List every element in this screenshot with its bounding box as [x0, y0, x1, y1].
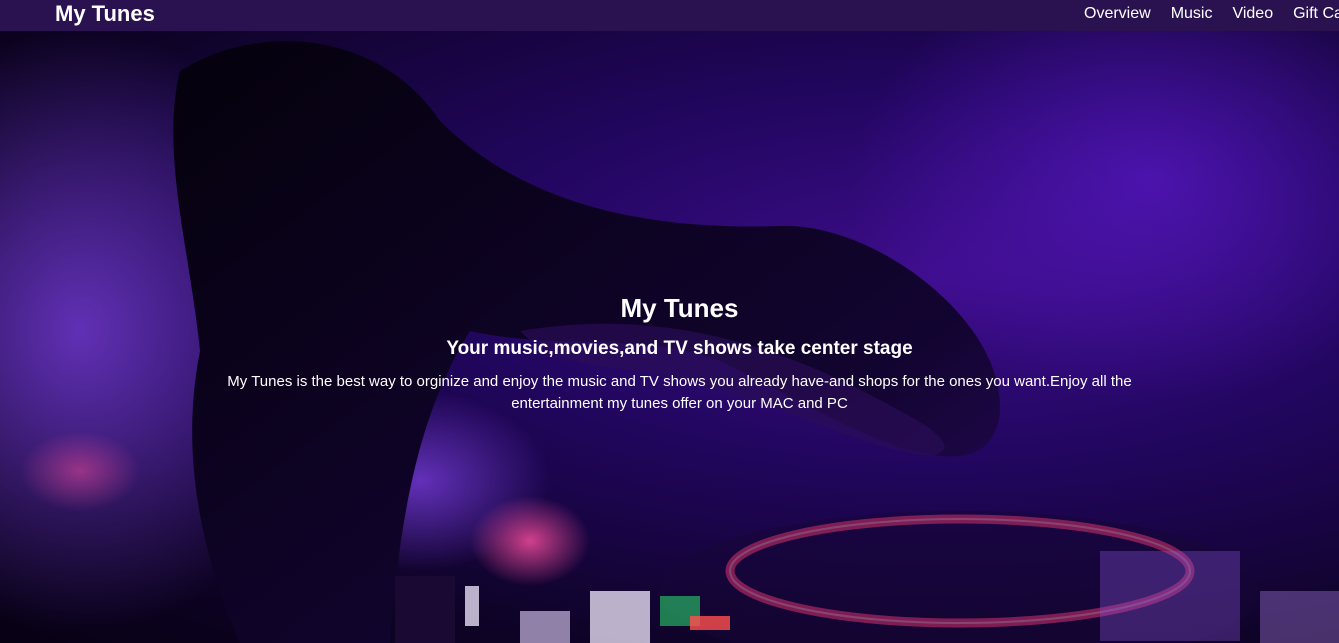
hero-text: My Tunes Your music,movies,and TV shows …	[190, 291, 1169, 415]
nav-link-overview[interactable]: Overview	[1084, 0, 1151, 28]
hero-title: My Tunes	[620, 293, 739, 323]
nav-link-gift-cards[interactable]: Gift Car	[1293, 0, 1339, 28]
nav-link-video[interactable]: Video	[1232, 0, 1273, 28]
navbar: My Tunes Overview Music Video Gift Car	[0, 0, 1339, 31]
page: My Tunes Overview Music Video Gift Car	[0, 0, 1339, 643]
brand-logo[interactable]: My Tunes	[55, 0, 155, 28]
nav-link-music[interactable]: Music	[1171, 0, 1213, 28]
nav-links: Overview Music Video Gift Car	[1084, 0, 1339, 28]
hero-description: My Tunes is the best way to orginize and…	[227, 373, 1132, 412]
hero-section: My Tunes Your music,movies,and TV shows …	[0, 31, 1339, 643]
hero-subtitle: Your music,movies,and TV shows take cent…	[446, 338, 913, 359]
